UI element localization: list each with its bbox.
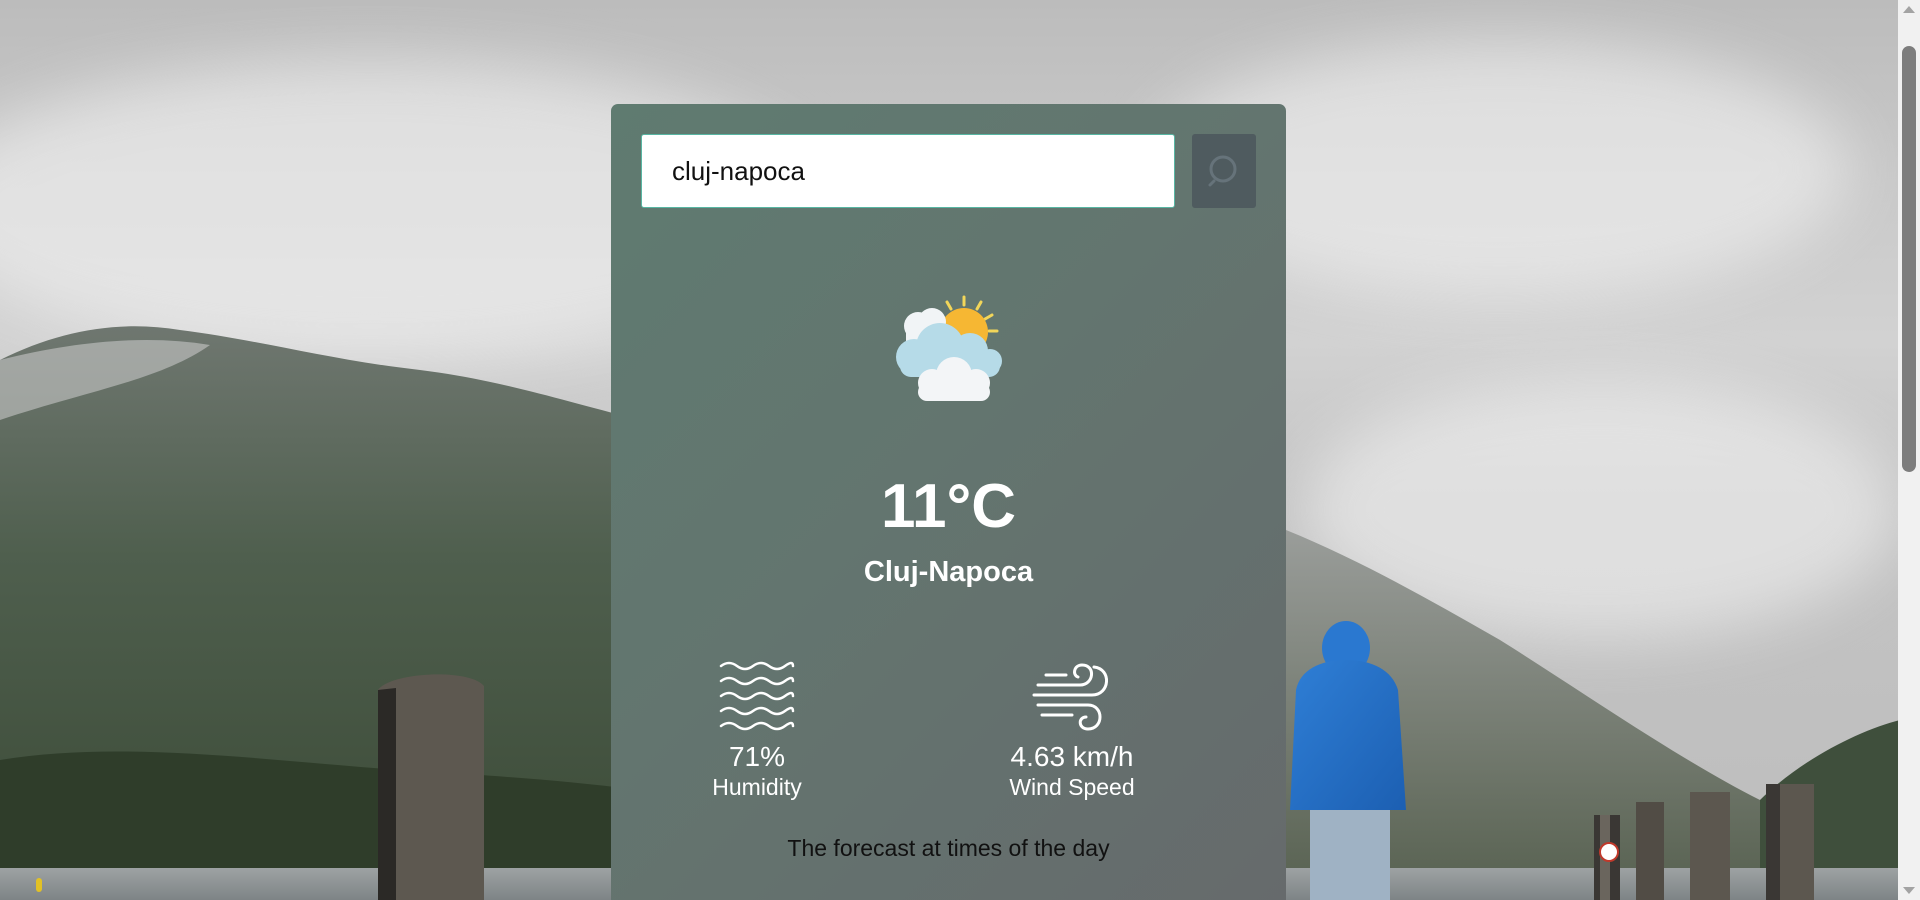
- search-icon: [1208, 155, 1237, 187]
- wind-stat: 4.63 km/h Wind Speed: [972, 659, 1172, 801]
- wind-speed-value: 4.63 km/h: [1010, 741, 1134, 772]
- scroll-thumb[interactable]: [1902, 46, 1916, 472]
- scroll-up-arrow-icon[interactable]: [1903, 6, 1915, 13]
- city-name: Cluj-Napoca: [863, 556, 1034, 588]
- humidity-value: 71%: [728, 741, 786, 772]
- humidity-label: Humidity: [712, 774, 802, 800]
- wind-speed-label: Wind Speed: [1009, 774, 1135, 800]
- humidity-stat: 71% Humidity: [657, 659, 857, 801]
- scroll-down-arrow-icon[interactable]: [1903, 887, 1915, 894]
- temperature-value: 11°C: [880, 472, 1017, 541]
- forecast-heading: The forecast at times of the day: [787, 835, 1110, 861]
- city-search-input[interactable]: [641, 134, 1175, 208]
- page-scrollbar[interactable]: [1898, 0, 1920, 900]
- search-button[interactable]: [1192, 134, 1256, 208]
- page: 11°C Cluj-Napoca 71% Humidity: [0, 0, 1920, 900]
- humidity-waves-icon: [719, 661, 795, 731]
- wind-icon: [1032, 663, 1108, 731]
- partly-cloudy-icon: [896, 295, 1002, 401]
- weather-card: 11°C Cluj-Napoca 71% Humidity: [611, 104, 1286, 900]
